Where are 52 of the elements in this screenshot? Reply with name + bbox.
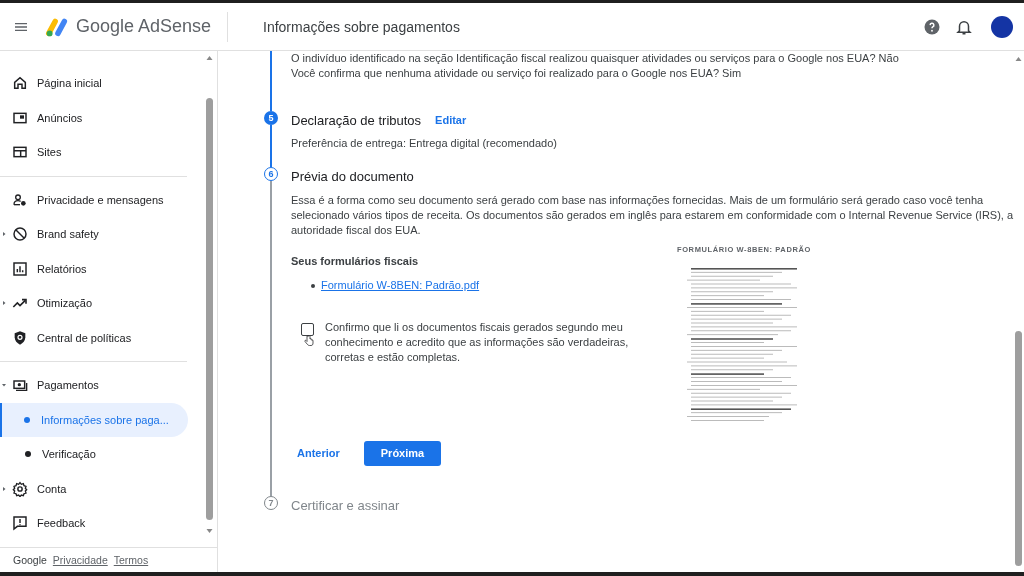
- nav-item[interactable]: Anúncios: [0, 100, 188, 135]
- checkbox[interactable]: [301, 323, 314, 336]
- nav-item[interactable]: Brand safety: [0, 217, 188, 252]
- checkbox-label: Confirmo que li os documentos fiscais gerados segundo meu conhecimento e acredito que as informações são verdadeiras, corretas e estão completas.: [325, 320, 630, 365]
- section-heading: Seus formulários fiscais: [291, 254, 420, 269]
- caret-right-icon: [1, 231, 7, 237]
- caret-right-icon: [1, 300, 7, 306]
- nav-item[interactable]: Sites: [0, 135, 188, 170]
- step-description: Preferência de entrega: Entrega digital (recomendado): [291, 136, 558, 151]
- nav-item[interactable]: Central de políticas: [0, 320, 188, 355]
- nav-subitem[interactable]: Verificação: [0, 437, 188, 472]
- caret-down-icon: [1, 382, 7, 388]
- settings-icon: [12, 480, 28, 497]
- step-description: Essa é a forma como seu documento será gerado com base nas informações fornecidas. Mais de um formulário será gerado caso você tenha selecionado vários tipos de receita. Os documentos são gerados em inglês para estarem em conformidade com o Internal Revenue Service (IRS), a autoridade fiscal dos EUA.: [291, 193, 1014, 238]
- app-name: Google AdSense: [76, 16, 211, 37]
- back-button[interactable]: Anterior: [291, 441, 346, 466]
- nav-item[interactable]: Página inicial: [0, 66, 188, 101]
- step-title: Declaração de tributos: [291, 112, 422, 128]
- page-title: Informações sobre pagamentos: [263, 18, 461, 35]
- answer-text: Você confirma que nenhuma atividade ou serviço foi realizado para o Google nos EUA? Sim: [291, 66, 743, 81]
- nav-item[interactable]: Conta: [0, 471, 188, 506]
- footer-brand: Google: [13, 553, 47, 566]
- file-link[interactable]: Formulário W-8BEN: Padrão.pdf: [321, 278, 480, 293]
- step-title: Certificar e assinar: [291, 497, 400, 513]
- help-button[interactable]: [923, 17, 941, 36]
- chart-icon: [12, 260, 28, 277]
- footer-link[interactable]: Privacidade: [52, 553, 108, 566]
- step-number: 5: [264, 111, 278, 125]
- block-icon: [12, 226, 28, 243]
- nav-item[interactable]: Privacidade e mensagens: [0, 182, 188, 217]
- bullet-icon: [311, 283, 315, 288]
- nav-item[interactable]: Pagamentos: [0, 368, 188, 403]
- answer-text: O indivíduo identificado na seção Identificação fiscal realizou quaisquer atividades ou serviços para o Google nos EUA? Não: [291, 51, 900, 66]
- feedback-icon: [12, 515, 28, 532]
- next-button[interactable]: Próxima: [363, 441, 442, 466]
- privacy-icon: [12, 191, 28, 208]
- step-title: Prévia do documento: [291, 168, 414, 184]
- help-icon: [923, 17, 941, 36]
- nav-item[interactable]: Relatórios: [0, 251, 188, 286]
- nav-item[interactable]: Feedback: [0, 506, 188, 541]
- step-number: 6: [264, 167, 278, 181]
- nav-item[interactable]: Otimização: [0, 286, 188, 321]
- payments-icon: [12, 377, 28, 394]
- edit-link[interactable]: Editar: [435, 112, 467, 128]
- caret-right-icon: [1, 485, 7, 492]
- shield-icon: [12, 329, 28, 346]
- home-icon: [12, 75, 28, 92]
- avatar[interactable]: [991, 15, 1013, 38]
- step-number: 7: [264, 496, 278, 510]
- nav-subitem[interactable]: Informações sobre paga...: [0, 402, 188, 437]
- hand-cursor-icon: [303, 334, 315, 348]
- footer-link[interactable]: Termos: [113, 553, 149, 566]
